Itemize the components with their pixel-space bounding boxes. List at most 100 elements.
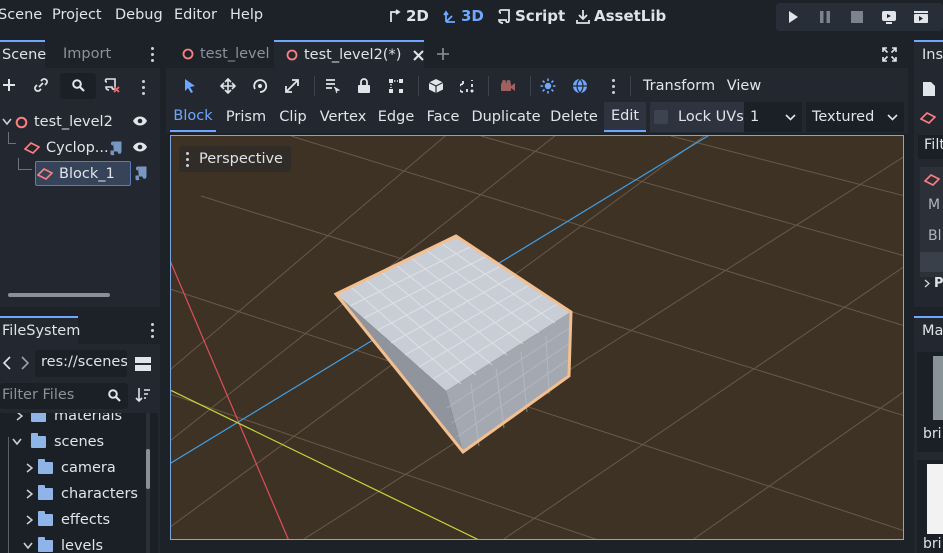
material-item[interactable]: bri xyxy=(917,352,943,452)
local-space-button[interactable] xyxy=(422,71,450,101)
tab-materials[interactable]: Ma xyxy=(914,316,943,344)
edit-button[interactable]: Edit xyxy=(604,102,646,132)
play-button[interactable] xyxy=(779,5,807,29)
close-icon[interactable] xyxy=(413,49,425,61)
transform-menu-button[interactable]: Transform xyxy=(638,71,720,101)
duplicate-button[interactable]: Duplicate xyxy=(468,102,544,132)
scene-dock-menu-icon[interactable] xyxy=(150,47,154,62)
view-menu-button[interactable]: View xyxy=(724,71,764,101)
add-node-icon[interactable] xyxy=(2,78,16,92)
preview-environment-button[interactable] xyxy=(566,71,594,101)
select-tool-button[interactable] xyxy=(176,71,204,101)
search-icon xyxy=(72,79,85,92)
editor-tab-test-level2[interactable]: test_level2(*) xyxy=(274,40,425,68)
tab-import[interactable]: Import xyxy=(63,40,111,68)
lock-uvs-checkbox[interactable]: Lock UVs xyxy=(650,102,752,132)
stop-button[interactable] xyxy=(843,5,871,29)
remote-debug-button[interactable] xyxy=(875,5,903,29)
move-tool-button[interactable] xyxy=(214,71,242,101)
file-tree-item[interactable]: camera xyxy=(24,455,116,481)
expand-arrow-icon xyxy=(24,515,34,525)
delete-button[interactable]: Delete xyxy=(548,102,600,132)
menu-editor[interactable]: Editor xyxy=(174,7,217,23)
menu-scene[interactable]: Scene xyxy=(0,7,42,23)
clip-tool-button[interactable]: Clip xyxy=(276,102,310,132)
grid-size-select[interactable]: 1 xyxy=(744,102,802,132)
vertex-tool-button[interactable]: Vertex xyxy=(316,102,370,132)
file-tree-item[interactable]: effects xyxy=(24,507,110,533)
new-resource-icon[interactable] xyxy=(922,81,936,97)
toolbar-separator xyxy=(488,76,489,96)
toolbar-separator xyxy=(630,76,631,96)
inspector-filter-input[interactable]: Filt xyxy=(918,135,943,159)
list-icon xyxy=(324,78,340,94)
visibility-eye-icon[interactable] xyxy=(132,141,148,153)
editor-tab-test-level-label: test_level xyxy=(200,46,270,62)
toolbar-separator xyxy=(314,76,315,96)
tab-filesystem[interactable]: FileSystem xyxy=(0,316,80,344)
file-tree-item[interactable]: characters xyxy=(24,481,138,507)
edge-tool-button[interactable]: Edge xyxy=(374,102,418,132)
file-tree: materials scenes camera characters effec… xyxy=(0,413,158,553)
distraction-free-icon[interactable] xyxy=(882,47,897,62)
menu-project[interactable]: Project xyxy=(52,7,102,23)
preview-sun-button[interactable] xyxy=(534,71,562,101)
camera-override-button[interactable] xyxy=(494,71,522,101)
tree-item-root[interactable]: test_level2 xyxy=(0,110,160,134)
forward-arrow-icon[interactable] xyxy=(21,356,29,370)
prism-tool-button[interactable]: Prism xyxy=(222,102,270,132)
attached-script-icon[interactable] xyxy=(134,165,148,181)
snap-button[interactable] xyxy=(454,71,482,101)
group-icon xyxy=(388,78,404,94)
display-mode-select[interactable]: Textured xyxy=(806,102,904,132)
spatial-toolbar-menu-icon[interactable] xyxy=(611,79,615,94)
editor-tab-test-level[interactable]: test_level xyxy=(166,40,272,68)
tree-item-cyclops[interactable]: Cyclop... xyxy=(0,136,160,160)
sort-icon[interactable] xyxy=(135,387,151,403)
pause-button[interactable] xyxy=(811,5,839,29)
tree-item-block[interactable]: Block_1 xyxy=(35,161,131,186)
file-tree-item[interactable]: materials xyxy=(14,413,122,429)
link-icon[interactable] xyxy=(34,78,48,92)
scene-toolbar-menu-icon[interactable] xyxy=(141,80,145,95)
path-field[interactable]: res://scenes xyxy=(35,350,127,377)
attached-script-icon[interactable] xyxy=(109,140,123,156)
filesystem-menu-icon[interactable] xyxy=(150,323,154,338)
inspector-group-header[interactable]: P xyxy=(924,276,943,291)
material-item[interactable]: bri xyxy=(917,460,943,553)
perspective-menu-button[interactable]: Perspective xyxy=(179,146,291,172)
scale-tool-button[interactable] xyxy=(278,71,306,101)
file-tree-item[interactable]: levels xyxy=(22,533,103,553)
workspace-2d-button[interactable]: 2D xyxy=(388,7,429,25)
play-scene-button[interactable] xyxy=(907,5,935,29)
script-attach-icon[interactable] xyxy=(104,77,120,93)
file-tree-item-label: camera xyxy=(61,460,116,476)
toolbar-separator xyxy=(418,76,419,96)
group-button[interactable] xyxy=(382,71,410,101)
add-tab-icon[interactable] xyxy=(436,47,450,61)
toggle-split-icon[interactable] xyxy=(135,356,151,372)
menu-debug[interactable]: Debug xyxy=(115,7,163,23)
file-tree-item[interactable]: scenes xyxy=(6,429,104,455)
scene-tree-hscrollbar[interactable] xyxy=(8,293,110,297)
inspector-value-field[interactable] xyxy=(920,252,943,272)
face-tool-button[interactable]: Face xyxy=(424,102,462,132)
block-mesh[interactable] xyxy=(333,234,573,455)
scene-filter-field[interactable] xyxy=(60,73,96,99)
tab-inspector[interactable]: Ins xyxy=(914,40,943,68)
menu-help[interactable]: Help xyxy=(230,7,263,23)
3d-viewport[interactable]: Perspective xyxy=(170,135,904,540)
block-tool-button[interactable]: Block xyxy=(170,102,216,132)
camera-icon xyxy=(500,79,516,93)
file-tree-scrollbar[interactable] xyxy=(146,449,150,489)
back-arrow-icon[interactable] xyxy=(3,356,11,370)
workspace-script-button[interactable]: Script xyxy=(497,7,565,25)
list-select-button[interactable] xyxy=(318,71,346,101)
rotate-tool-button[interactable] xyxy=(246,71,274,101)
tab-scene[interactable]: Scene xyxy=(0,40,46,68)
workspace-3d-button[interactable]: 3D xyxy=(443,7,484,25)
visibility-eye-icon[interactable] xyxy=(132,115,148,127)
workspace-assetlib-button[interactable]: AssetLib xyxy=(576,7,666,25)
lock-button[interactable] xyxy=(350,71,378,101)
sun-icon xyxy=(540,78,556,94)
